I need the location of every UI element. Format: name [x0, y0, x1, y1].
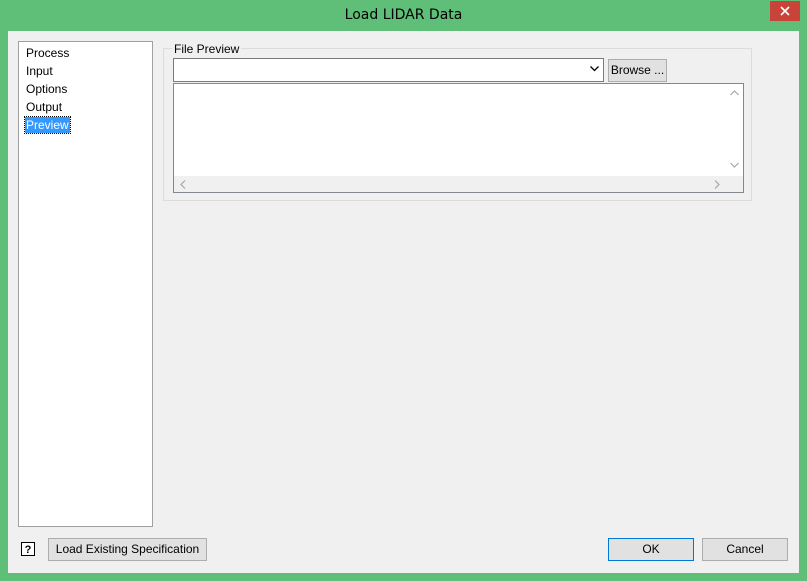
load-existing-specification-button[interactable]: Load Existing Specification [48, 538, 207, 561]
ok-button[interactable]: OK [608, 538, 694, 561]
file-preview-group-label: File Preview [172, 42, 242, 56]
dialog-window: Load LIDAR Data Process Input Options Ou… [0, 0, 807, 581]
browse-button[interactable]: Browse ... [608, 59, 667, 82]
page-list[interactable]: Process Input Options Output Preview [18, 41, 153, 527]
scroll-up-icon[interactable] [730, 90, 739, 96]
scrollbar-corner [726, 176, 743, 192]
horizontal-scrollbar[interactable] [174, 176, 726, 192]
window-title: Load LIDAR Data [344, 7, 463, 23]
file-combo[interactable] [173, 58, 604, 82]
vertical-scrollbar[interactable] [726, 84, 743, 176]
scroll-left-icon[interactable] [180, 180, 186, 189]
nav-item-options[interactable]: Options [25, 81, 68, 97]
chevron-down-icon [590, 66, 599, 72]
scroll-down-icon[interactable] [730, 162, 739, 168]
svg-text:?: ? [25, 544, 32, 556]
nav-item-preview[interactable]: Preview [24, 116, 71, 134]
close-icon [780, 6, 790, 16]
close-button[interactable] [770, 1, 800, 21]
dialog-client-area: Process Input Options Output Preview Fil… [8, 31, 799, 573]
nav-item-process[interactable]: Process [25, 45, 70, 61]
scroll-right-icon[interactable] [714, 180, 720, 189]
nav-item-output[interactable]: Output [25, 99, 63, 115]
file-preview-text-area[interactable] [173, 83, 744, 193]
help-icon[interactable]: ? [21, 542, 35, 556]
title-bar[interactable]: Load LIDAR Data [0, 0, 807, 31]
nav-item-input[interactable]: Input [25, 63, 54, 79]
cancel-button[interactable]: Cancel [702, 538, 788, 561]
